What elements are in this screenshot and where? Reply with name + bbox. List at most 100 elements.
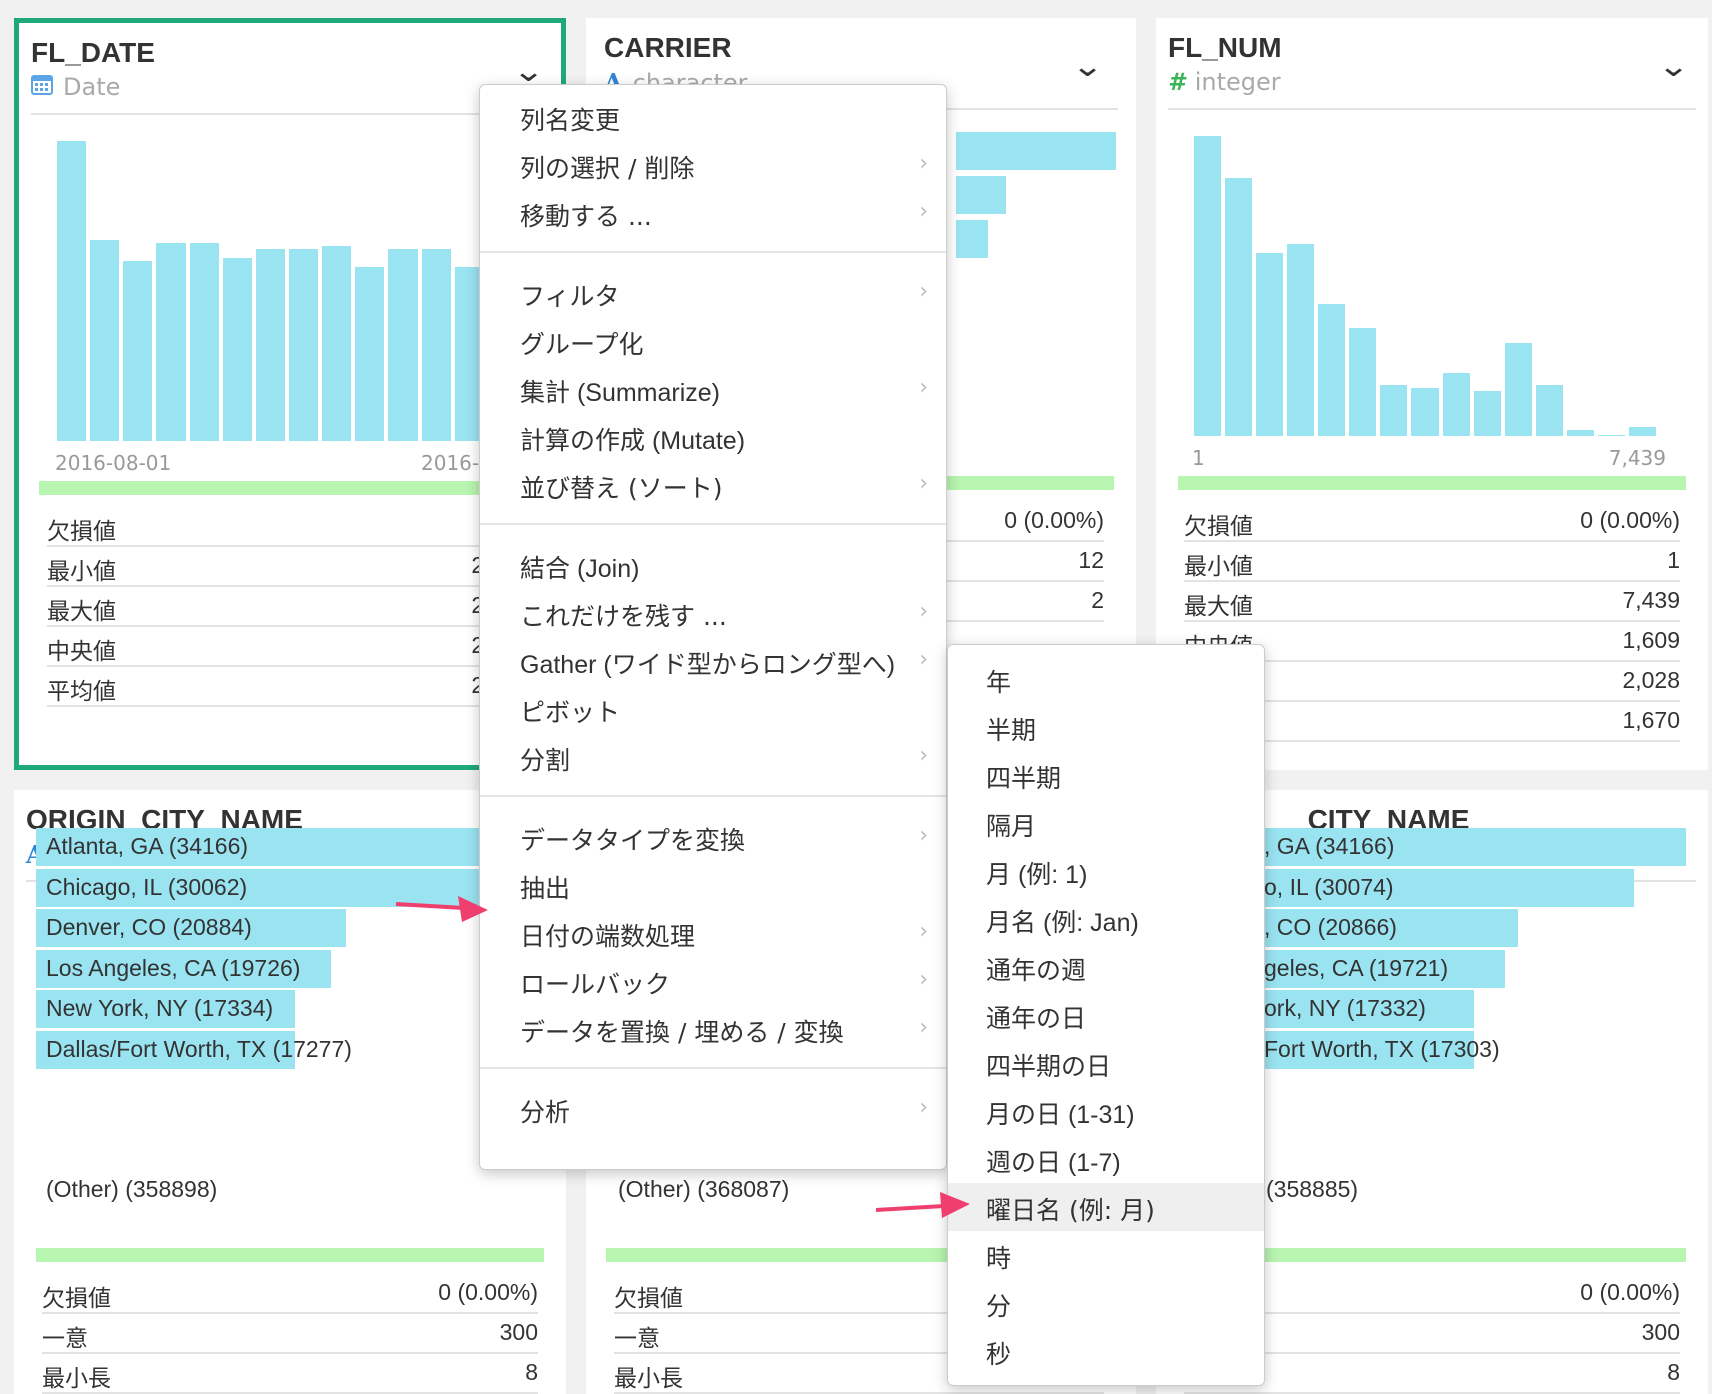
submenu-item-9[interactable]: 四半期の日 bbox=[948, 1039, 1264, 1087]
column-type-label: integer bbox=[1194, 68, 1281, 96]
histogram-bar bbox=[322, 246, 352, 441]
hash-icon: # bbox=[1168, 68, 1185, 96]
category-label: Los Angeles, CA (19726) bbox=[46, 954, 301, 981]
submenu-item-2[interactable]: 半期 bbox=[948, 703, 1264, 751]
histogram-bar bbox=[1597, 434, 1625, 436]
menu-item-7[interactable]: 計算の作成 (Mutate) bbox=[480, 415, 946, 459]
stat-value: 7,439 bbox=[1622, 587, 1680, 613]
menu-item-label: 結合 (Join) bbox=[520, 555, 640, 583]
stat-row: 最大値 7,439 bbox=[1184, 578, 1680, 622]
column-type-label: Date bbox=[63, 73, 121, 101]
stat-label: 平均値 bbox=[47, 679, 116, 705]
axis-min-label: 2016-08-01 bbox=[55, 451, 172, 475]
other-count: (358885) bbox=[1266, 1176, 1359, 1202]
stat-value: 0 (0.00%) bbox=[438, 1279, 538, 1305]
menu-item-13[interactable]: 分割 › bbox=[480, 735, 946, 779]
stat-row: 最小値2016-0 bbox=[47, 543, 543, 587]
arrow-annotation-extract bbox=[395, 896, 488, 922]
category-row[interactable]: Los Angeles, CA (19726) bbox=[36, 949, 544, 988]
submenu-item-1[interactable]: 年 bbox=[948, 655, 1264, 703]
submenu-item-10[interactable]: 月の日 (1-31) bbox=[948, 1087, 1264, 1135]
other-count: (Other) (358898) bbox=[46, 1176, 218, 1202]
submenu-item-5[interactable]: 月 (例: 1) bbox=[948, 847, 1264, 895]
category-row[interactable]: o, IL (30074) bbox=[1254, 868, 1686, 907]
submenu-item-13[interactable]: 時 bbox=[948, 1231, 1264, 1279]
submenu-item-6[interactable]: 月名 (例: Jan) bbox=[948, 895, 1264, 943]
stat-value: 2,028 bbox=[1622, 667, 1680, 693]
axis-min-label: 1 bbox=[1192, 446, 1205, 470]
stat-row: 欠損値 0 (0.00%) bbox=[1184, 498, 1680, 542]
category-row[interactable]: New York, NY (17334) bbox=[36, 990, 544, 1028]
menu-item-8[interactable]: 並び替え (ソート) › bbox=[480, 463, 946, 507]
menu-item-3[interactable]: 移動する ... › bbox=[480, 191, 946, 235]
menu-item-5[interactable]: グループ化 bbox=[480, 319, 946, 363]
category-row[interactable]: Fort Worth, TX (17303) bbox=[1254, 1030, 1686, 1069]
category-bar-fill bbox=[956, 220, 988, 258]
stat-row: 一意 300 bbox=[42, 1310, 538, 1354]
stat-row: 中央値2016-0 bbox=[47, 623, 543, 667]
menu-item-10[interactable]: これだけを残す ... › bbox=[480, 591, 946, 635]
menu-divider bbox=[480, 1067, 946, 1069]
submenu-item-12[interactable]: 曜日名 (例: 月) bbox=[948, 1183, 1264, 1231]
submenu-item-3[interactable]: 四半期 bbox=[948, 751, 1264, 799]
chevron-right-icon: › bbox=[919, 375, 928, 400]
menu-item-19[interactable]: 分析 › bbox=[480, 1087, 946, 1131]
menu-item-label: Gather (ワイド型からロング型へ) bbox=[520, 651, 896, 679]
menu-item-label: 四半期の日 bbox=[986, 1052, 1112, 1081]
histogram-bar bbox=[1566, 430, 1594, 436]
menu-item-label: 年 bbox=[986, 668, 1012, 697]
histogram-bar bbox=[421, 249, 451, 441]
menu-item-4[interactable]: フィルタ › bbox=[480, 271, 946, 315]
category-row[interactable]: , GA (34166) bbox=[1254, 828, 1686, 866]
menu-item-16[interactable]: 日付の端数処理 › bbox=[480, 911, 946, 955]
stat-label: 欠損値 bbox=[614, 1286, 683, 1312]
submenu-item-8[interactable]: 通年の日 bbox=[948, 991, 1264, 1039]
histogram-bar bbox=[57, 141, 87, 441]
stat-value: 300 bbox=[499, 1319, 538, 1345]
histogram-bar bbox=[1194, 136, 1222, 436]
menu-item-18[interactable]: データを置換 / 埋める / 変換 › bbox=[480, 1007, 946, 1051]
submenu-item-15[interactable]: 秒 bbox=[948, 1327, 1264, 1375]
chevron-down-icon[interactable]: ⌄ bbox=[1071, 52, 1104, 82]
stat-value: 12 bbox=[1078, 547, 1104, 573]
menu-item-label: 分 bbox=[986, 1292, 1012, 1321]
submenu-item-14[interactable]: 分 bbox=[948, 1279, 1264, 1327]
calendar-icon bbox=[31, 73, 53, 101]
menu-item-17[interactable]: ロールバック › bbox=[480, 959, 946, 1003]
category-row[interactable]: ork, NY (17332) bbox=[1254, 990, 1686, 1028]
menu-item-label: 通年の日 bbox=[986, 1004, 1087, 1033]
menu-item-2[interactable]: 列の選択 / 削除 › bbox=[480, 143, 946, 187]
histogram-bar bbox=[1380, 385, 1408, 436]
category-row[interactable]: geles, CA (19721) bbox=[1254, 949, 1686, 988]
category-row[interactable]: , CO (20866) bbox=[1254, 909, 1686, 947]
menu-item-6[interactable]: 集計 (Summarize) › bbox=[480, 367, 946, 411]
menu-item-label: 四半期 bbox=[986, 764, 1062, 793]
menu-item-12[interactable]: ピボット bbox=[480, 687, 946, 731]
menu-item-label: 日付の端数処理 bbox=[520, 922, 696, 951]
menu-item-15[interactable]: 抽出 bbox=[480, 863, 946, 907]
stat-label: 最小長 bbox=[42, 1366, 111, 1392]
menu-divider bbox=[480, 795, 946, 797]
menu-item-11[interactable]: Gather (ワイド型からロング型へ) › bbox=[480, 639, 946, 683]
column-type: Date bbox=[31, 73, 120, 101]
category-label: Denver, CO (20884) bbox=[46, 914, 252, 940]
menu-item-label: 分割 bbox=[520, 746, 571, 775]
quality-bar bbox=[36, 1248, 544, 1262]
category-label: Atlanta, GA (34166) bbox=[46, 833, 249, 859]
stat-label: 中央値 bbox=[47, 639, 116, 665]
menu-item-1[interactable]: 列名変更 bbox=[480, 95, 946, 139]
submenu-item-4[interactable]: 隔月 bbox=[948, 799, 1264, 847]
chevron-right-icon: › bbox=[919, 823, 928, 848]
stat-row: 欠損値0 (0.0 bbox=[47, 503, 543, 547]
menu-item-14[interactable]: データタイプを変換 › bbox=[480, 815, 946, 859]
chevron-down-icon[interactable]: ⌄ bbox=[512, 57, 545, 87]
menu-item-9[interactable]: 結合 (Join) bbox=[480, 543, 946, 587]
submenu-item-7[interactable]: 通年の週 bbox=[948, 943, 1264, 991]
category-row[interactable]: Atlanta, GA (34166) bbox=[36, 828, 544, 866]
category-row[interactable]: Dallas/Fort Worth, TX (17277) bbox=[36, 1030, 544, 1069]
stat-value: 300 bbox=[1641, 1319, 1680, 1345]
chevron-down-icon[interactable]: ⌄ bbox=[1657, 52, 1690, 82]
submenu-item-11[interactable]: 週の日 (1-7) bbox=[948, 1135, 1264, 1183]
menu-item-label: これだけを残す ... bbox=[520, 602, 727, 631]
chevron-right-icon: › bbox=[919, 279, 928, 304]
